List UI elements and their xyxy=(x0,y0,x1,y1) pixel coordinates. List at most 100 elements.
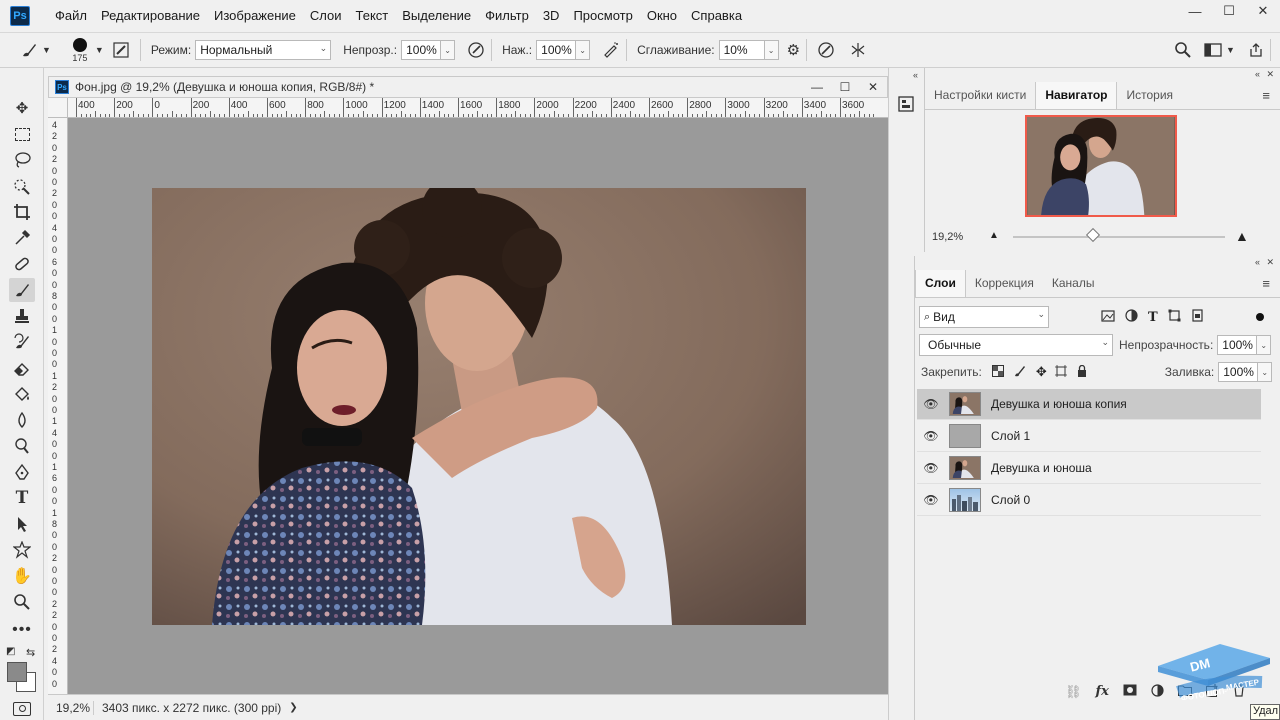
layer-row[interactable]: 👁 Девушка и юноша xyxy=(917,453,1261,484)
layer-row[interactable]: 👁 Слой 1 xyxy=(917,421,1261,452)
navigator-thumbnail[interactable] xyxy=(1025,115,1177,217)
chevron-down-icon[interactable]: ⌄ xyxy=(576,40,591,60)
rectangular-marquee-icon[interactable] xyxy=(9,122,35,146)
more-tools-icon[interactable]: ••• xyxy=(9,618,35,642)
gear-icon[interactable]: ⚙ xyxy=(787,41,800,59)
minimize-button[interactable]: — xyxy=(1178,0,1212,22)
move-tool-icon[interactable]: ✥ xyxy=(9,96,35,120)
eyedropper-icon[interactable] xyxy=(9,226,35,250)
symmetry-icon[interactable] xyxy=(849,41,867,59)
quick-selection-icon[interactable] xyxy=(9,174,35,198)
filter-shape-icon[interactable] xyxy=(1168,309,1181,325)
tab-channels[interactable]: Каналы xyxy=(1043,270,1104,297)
properties-panel-icon[interactable] xyxy=(898,96,914,115)
path-selection-icon[interactable] xyxy=(9,512,35,536)
filter-text-icon[interactable]: T xyxy=(1148,310,1158,325)
layer-row[interactable]: 👁 Слой 0 xyxy=(917,485,1261,516)
crop-icon[interactable] xyxy=(9,200,35,224)
zoom-out-icon[interactable]: ▲ xyxy=(989,230,999,241)
menu-select[interactable]: Выделение xyxy=(395,0,478,32)
document-title-bar[interactable]: Ps Фон.jpg @ 19,2% (Девушка и юноша копи… xyxy=(48,76,888,98)
menu-file[interactable]: Файл xyxy=(48,0,94,32)
tab-navigator[interactable]: Навигатор xyxy=(1035,82,1118,109)
menu-view[interactable]: Просмотр xyxy=(566,0,639,32)
brush-panel-toggle-icon[interactable] xyxy=(112,41,130,59)
dodge-icon[interactable] xyxy=(9,434,35,458)
close-icon[interactable]: ✕ xyxy=(1266,257,1274,268)
menu-3d[interactable]: 3D xyxy=(536,0,567,32)
filter-smart-object-icon[interactable] xyxy=(1191,309,1204,325)
layer-name[interactable]: Девушка и юноша копия xyxy=(991,397,1127,411)
status-zoom[interactable]: 19,2% xyxy=(48,700,94,715)
pressure-size-icon[interactable] xyxy=(817,41,835,59)
canvas-area[interactable] xyxy=(68,118,888,694)
photo-canvas[interactable] xyxy=(152,188,806,625)
eye-icon[interactable]: 👁 xyxy=(917,397,945,411)
layer-row[interactable]: 👁 Девушка и юноша копия xyxy=(917,389,1261,420)
workspace-icon[interactable] xyxy=(1204,42,1222,58)
navigator-zoom-value[interactable]: 19,2% xyxy=(932,231,982,243)
doc-minimize-button[interactable]: — xyxy=(803,77,831,97)
layer-name[interactable]: Девушка и юноша xyxy=(991,461,1092,475)
custom-shape-icon[interactable] xyxy=(9,538,35,562)
eye-icon[interactable]: 👁 xyxy=(917,429,945,443)
eraser-icon[interactable] xyxy=(9,356,35,380)
paint-bucket-icon[interactable] xyxy=(9,382,35,406)
eye-icon[interactable]: 👁 xyxy=(917,461,945,475)
status-menu-arrow[interactable]: ❯ xyxy=(289,702,297,713)
zoom-icon[interactable] xyxy=(9,590,35,614)
lock-all-icon[interactable] xyxy=(1077,364,1087,380)
chevron-down-icon[interactable]: ▼ xyxy=(42,45,51,55)
close-button[interactable]: ✕ xyxy=(1246,0,1280,22)
filter-toggle-icon[interactable] xyxy=(1255,313,1264,321)
menu-edit[interactable]: Редактирование xyxy=(94,0,207,32)
opacity-input[interactable]: 100% xyxy=(401,40,442,60)
doc-maximize-button[interactable]: ☐ xyxy=(831,77,859,97)
chevron-down-icon[interactable]: ▼ xyxy=(95,45,104,55)
panel-menu-icon[interactable]: ≡ xyxy=(1262,88,1270,103)
brush-preset-picker[interactable]: 175 xyxy=(65,37,95,63)
tab-brush-settings[interactable]: Настройки кисти xyxy=(925,82,1035,109)
close-icon[interactable]: ✕ xyxy=(1266,69,1274,80)
tab-history[interactable]: История xyxy=(1117,82,1182,109)
navigator-zoom-slider[interactable] xyxy=(1013,236,1225,238)
share-icon[interactable] xyxy=(1248,42,1264,58)
brush-tool-icon[interactable] xyxy=(20,41,38,59)
chevron-down-icon[interactable]: ⌄ xyxy=(764,40,779,60)
eye-icon[interactable]: 👁 xyxy=(917,493,945,507)
layer-style-fx-icon[interactable]: fx xyxy=(1096,684,1109,700)
chevron-down-icon[interactable]: ⌄ xyxy=(1257,335,1272,355)
hand-icon[interactable]: ✋ xyxy=(9,564,35,588)
lock-position-icon[interactable]: ✥ xyxy=(1036,364,1047,380)
pressure-opacity-icon[interactable] xyxy=(467,41,485,59)
ruler-top[interactable]: 400 200 0 200 400 600 800 1000 1200 1400 1600 1800 2… xyxy=(68,98,888,118)
layer-filter-select[interactable]: ⌕ Вид ⌄ xyxy=(919,306,1049,328)
lasso-icon[interactable] xyxy=(9,148,35,172)
chevron-down-icon[interactable]: ⌄ xyxy=(1258,362,1273,382)
brush-icon[interactable] xyxy=(9,278,35,302)
layer-name[interactable]: Слой 1 xyxy=(991,429,1030,443)
blur-icon[interactable] xyxy=(9,408,35,432)
blend-mode-select[interactable]: Обычные ⌄ xyxy=(919,334,1113,356)
clone-stamp-icon[interactable] xyxy=(9,304,35,328)
ruler-corner[interactable] xyxy=(48,98,68,118)
history-brush-icon[interactable] xyxy=(9,330,35,354)
menu-window[interactable]: Окно xyxy=(640,0,684,32)
swap-colors-icon[interactable]: ⇆ xyxy=(26,646,35,659)
foreground-color-swatch[interactable] xyxy=(7,662,27,682)
pressure-input[interactable]: 100% xyxy=(536,40,577,60)
tab-adjustments[interactable]: Коррекция xyxy=(966,270,1043,297)
tab-layers[interactable]: Слои xyxy=(915,270,966,297)
mode-select[interactable]: Нормальный ⌄ xyxy=(195,40,332,60)
airbrush-icon[interactable] xyxy=(602,41,620,59)
pen-icon[interactable] xyxy=(9,460,35,484)
add-mask-icon[interactable] xyxy=(1123,684,1137,700)
text-tool-icon[interactable]: T xyxy=(9,486,35,510)
zoom-in-icon[interactable]: ▲ xyxy=(1235,228,1249,244)
panel-menu-icon[interactable]: ≡ xyxy=(1262,276,1270,291)
maximize-button[interactable]: ☐ xyxy=(1212,0,1246,22)
navigator-slider-knob[interactable] xyxy=(1085,227,1101,243)
chevron-down-icon[interactable]: ⌄ xyxy=(441,40,456,60)
filter-pixel-icon[interactable] xyxy=(1101,309,1115,325)
filter-adjustment-icon[interactable] xyxy=(1125,309,1138,325)
